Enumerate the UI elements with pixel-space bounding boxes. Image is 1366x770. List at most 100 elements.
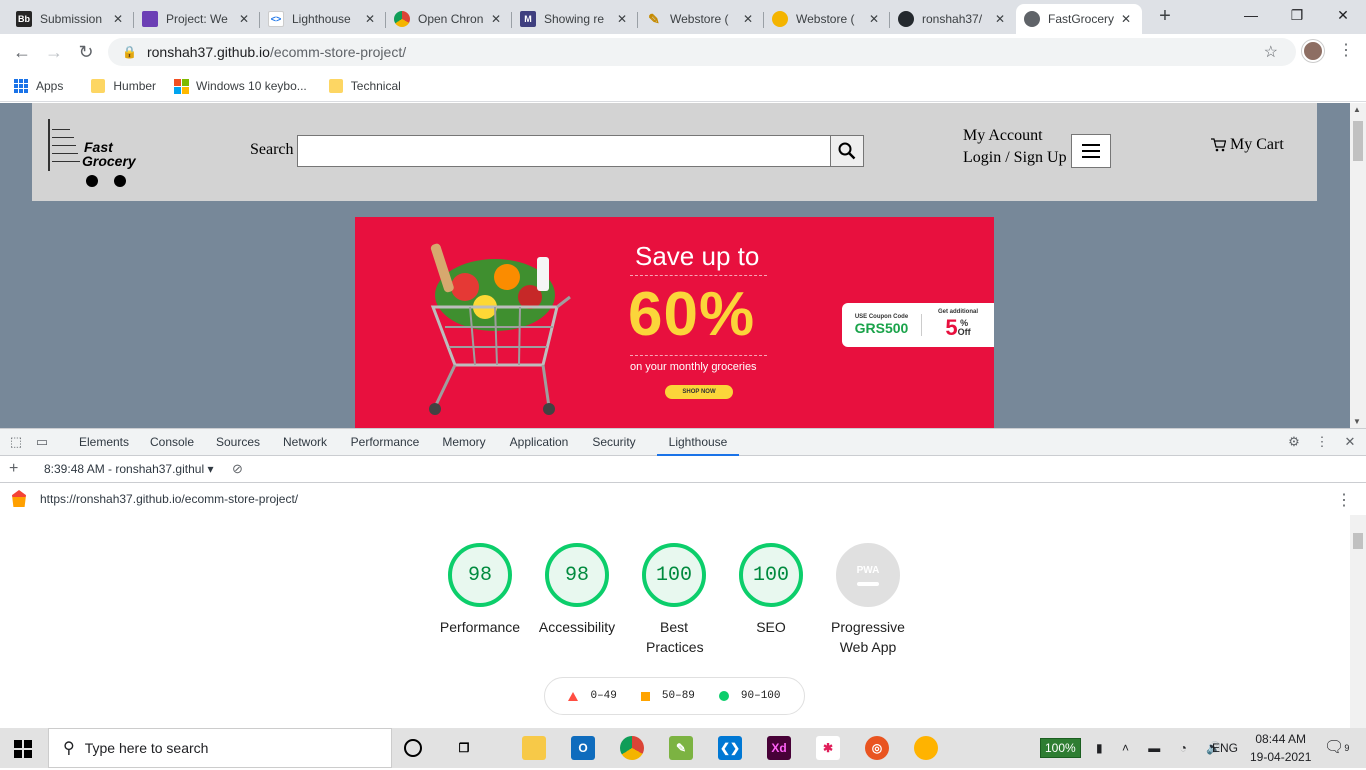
cortana-icon[interactable] bbox=[404, 739, 422, 757]
pencil-icon: ✎ bbox=[648, 10, 660, 27]
browser-tab[interactable]: Project: We ✕ bbox=[134, 4, 260, 34]
devtools-tab-sources[interactable]: Sources bbox=[206, 429, 270, 456]
score-gauge-performance[interactable]: 98 bbox=[448, 543, 512, 607]
close-icon[interactable]: ✕ bbox=[362, 12, 378, 26]
more-options-icon[interactable]: ⋮ bbox=[1314, 434, 1330, 450]
lighthouse-report: 98 Performance 98 Accessibility 100 Best… bbox=[0, 515, 1350, 728]
report-scrollbar[interactable] bbox=[1350, 515, 1366, 728]
reload-button[interactable]: ↻ bbox=[72, 38, 100, 66]
start-button[interactable] bbox=[14, 740, 32, 758]
device-toggle-icon[interactable]: ▭ bbox=[34, 434, 50, 450]
devtools-tab-security[interactable]: Security bbox=[582, 429, 646, 456]
shop-now-button[interactable]: SHOP NOW bbox=[665, 385, 733, 399]
back-button[interactable]: ← bbox=[8, 38, 36, 66]
promo-banner[interactable]: Save up to 60% on your monthly groceries… bbox=[355, 217, 994, 428]
close-icon[interactable]: ✕ bbox=[740, 12, 756, 26]
close-window-button[interactable]: ✕ bbox=[1320, 0, 1366, 30]
close-icon[interactable]: ✕ bbox=[614, 12, 630, 26]
close-icon[interactable]: ✕ bbox=[992, 12, 1008, 26]
new-report-icon[interactable]: + bbox=[9, 460, 18, 478]
cart-label: My Cart bbox=[1230, 136, 1284, 153]
my-account-label: My Account bbox=[963, 127, 1043, 144]
browser-tab[interactable]: Open Chron ✕ bbox=[386, 4, 512, 34]
outlook-icon[interactable]: O bbox=[571, 736, 595, 760]
browser-tab[interactable]: ✎ Webstore ( ✕ bbox=[638, 4, 764, 34]
close-icon[interactable]: ✕ bbox=[1118, 12, 1134, 26]
blackboard-icon: Bb bbox=[16, 11, 32, 27]
battery-indicator[interactable]: 100% bbox=[1040, 738, 1081, 758]
star-icon[interactable]: ☆ bbox=[1264, 42, 1278, 62]
score-gauge-pwa[interactable]: PWA bbox=[836, 543, 900, 607]
vscode-icon[interactable]: ❮❯ bbox=[718, 736, 742, 760]
score-label: Progressive Web App bbox=[831, 619, 905, 655]
browser-tab-active[interactable]: FastGrocery ✕ bbox=[1016, 4, 1142, 34]
my-cart-link[interactable]: My Cart bbox=[1210, 136, 1284, 154]
report-selector[interactable]: 8:39:48 AM - ronshah37.githul ▾ bbox=[44, 462, 213, 476]
browser-tab[interactable]: ronshah37/ ✕ bbox=[890, 4, 1016, 34]
task-view-icon[interactable]: ❐ bbox=[452, 736, 476, 760]
tray-icons[interactable]: ▮ ˄ ▬ ◔ 🔊 bbox=[1096, 728, 1229, 768]
notification-center-icon[interactable]: 🗨9 bbox=[1324, 728, 1349, 768]
gear-icon[interactable]: ⚙ bbox=[1286, 434, 1302, 450]
browser-tab[interactable]: Bb Submission ✕ bbox=[8, 4, 134, 34]
language-indicator[interactable]: ENG bbox=[1212, 728, 1238, 768]
bookmark-apps[interactable]: Apps bbox=[14, 78, 63, 93]
signup-link[interactable]: Sign Up bbox=[1014, 149, 1067, 166]
report-menu-icon[interactable]: ⋮ bbox=[1336, 490, 1352, 510]
browser-tab[interactable]: M Showing re ✕ bbox=[512, 4, 638, 34]
login-link[interactable]: Login bbox=[963, 149, 1001, 166]
notepad-icon[interactable]: ✎ bbox=[669, 736, 693, 760]
site-logo[interactable]: Fast Grocery bbox=[48, 119, 138, 189]
taskbar-search[interactable]: ⚲ Type here to search bbox=[48, 728, 392, 768]
tab-title: FastGrocery bbox=[1048, 12, 1115, 26]
clock-time: 08:44 AM bbox=[1255, 732, 1307, 746]
search-button[interactable] bbox=[830, 135, 864, 167]
devtools-tab-performance[interactable]: Performance bbox=[340, 429, 430, 456]
close-icon[interactable]: ✕ bbox=[236, 12, 252, 26]
minimize-button[interactable]: — bbox=[1228, 0, 1274, 30]
close-icon[interactable]: ✕ bbox=[488, 12, 504, 26]
score-gauge-seo[interactable]: 100 bbox=[739, 543, 803, 607]
score-gauge-best-practices[interactable]: 100 bbox=[642, 543, 706, 607]
devtools-tab-elements[interactable]: Elements bbox=[70, 429, 138, 456]
slack-icon[interactable]: ✱ bbox=[816, 736, 840, 760]
windows-taskbar: ⚲ Type here to search ❐ O ✎ ❮❯ Xd ✱ ◎ 10… bbox=[0, 728, 1366, 768]
adobe-xd-icon[interactable]: Xd bbox=[767, 736, 791, 760]
inspect-icon[interactable]: ⬚ bbox=[8, 434, 24, 450]
profile-avatar[interactable] bbox=[1302, 40, 1324, 62]
bookmark-technical[interactable]: Technical bbox=[328, 78, 401, 93]
m-icon: M bbox=[520, 11, 536, 27]
ubuntu-icon[interactable]: ◎ bbox=[865, 736, 889, 760]
new-tab-button[interactable]: + bbox=[1154, 6, 1176, 28]
clear-icon[interactable]: ⊘ bbox=[232, 461, 243, 477]
devtools-tab-lighthouse[interactable]: Lighthouse bbox=[657, 429, 739, 456]
devtools-tab-console[interactable]: Console bbox=[140, 429, 204, 456]
page-scrollbar[interactable]: ▲ ▼ bbox=[1350, 103, 1366, 428]
bookmark-humber[interactable]: Humber bbox=[91, 78, 156, 93]
browser-tab[interactable]: <> Lighthouse ✕ bbox=[260, 4, 386, 34]
devtools-tab-network[interactable]: Network bbox=[272, 429, 338, 456]
forward-button[interactable]: → bbox=[40, 38, 68, 66]
devtools-tab-memory[interactable]: Memory bbox=[432, 429, 496, 456]
search-input[interactable] bbox=[297, 135, 831, 167]
chrome-menu-icon[interactable]: ⋮ bbox=[1338, 40, 1354, 60]
address-bar[interactable]: 🔒 ronshah37.github.io/ecomm-store-projec… bbox=[108, 38, 1296, 66]
hamburger-menu-button[interactable] bbox=[1071, 134, 1111, 168]
report-url[interactable]: https://ronshah37.github.io/ecomm-store-… bbox=[40, 492, 298, 506]
clock[interactable]: 08:44 AM 19-04-2021 bbox=[1250, 730, 1311, 770]
close-icon[interactable]: ✕ bbox=[1342, 434, 1358, 450]
close-icon[interactable]: ✕ bbox=[866, 12, 882, 26]
cart-logo-icon bbox=[48, 119, 80, 171]
weather-icon[interactable] bbox=[914, 736, 938, 760]
score-gauge-accessibility[interactable]: 98 bbox=[545, 543, 609, 607]
clock-date: 19-04-2021 bbox=[1250, 750, 1312, 764]
bookmark-windows-keyboard[interactable]: Windows 10 keybo... bbox=[174, 78, 307, 94]
file-explorer-icon[interactable] bbox=[522, 736, 546, 760]
score-label: Accessibility bbox=[538, 619, 616, 635]
browser-tab[interactable]: Webstore ( ✕ bbox=[764, 4, 890, 34]
chrome-icon[interactable] bbox=[620, 736, 644, 760]
devtools-tab-application[interactable]: Application bbox=[498, 429, 580, 456]
additional-label: Get additional bbox=[937, 309, 978, 315]
restore-button[interactable]: ❐ bbox=[1274, 0, 1320, 30]
close-icon[interactable]: ✕ bbox=[110, 12, 126, 26]
